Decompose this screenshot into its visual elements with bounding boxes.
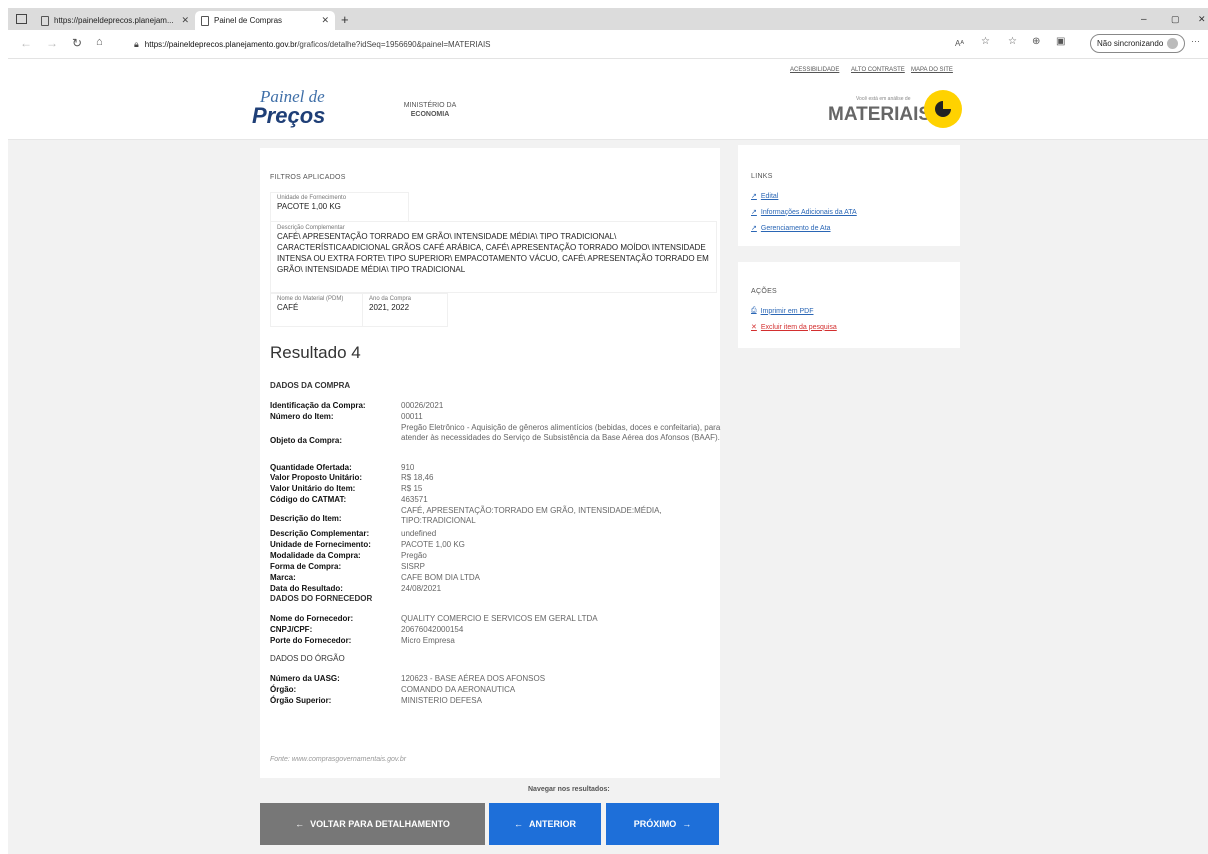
- tab-title: Painel de Compras: [214, 16, 283, 25]
- context-title: MATERIAIS: [828, 104, 932, 125]
- back-icon[interactable]: ←: [20, 36, 32, 50]
- sync-label: Não sincronizando: [1097, 39, 1164, 48]
- extensions-icon[interactable]: ▣: [1056, 36, 1065, 47]
- url-host: https://paineldeprecos.planejamento.gov.…: [144, 39, 298, 49]
- filter-unit: Unidade de Fornecimento PACOTE 1,00 KG: [270, 192, 409, 222]
- context-caption: Você está em análise de: [856, 96, 911, 102]
- links-panel: LINKS ↗ Edital ↗ Informações Adicionais da…: [738, 145, 960, 246]
- restore-icon[interactable]: ▢: [1171, 8, 1180, 30]
- arrow-left-icon: ←: [514, 819, 523, 829]
- close-window-icon[interactable]: ✕: [1198, 8, 1206, 30]
- tab-painel-de-compras[interactable]: Painel de Compras ✕: [195, 11, 335, 30]
- url-path: /graficos/detalhe?idSeq=1956690&painel=M…: [297, 39, 491, 49]
- printer-icon: ⎙: [751, 307, 757, 314]
- tab-actions-icon[interactable]: [16, 8, 27, 30]
- previous-button[interactable]: ← ANTERIOR: [489, 803, 601, 845]
- minimize-icon[interactable]: –: [1141, 8, 1147, 30]
- accessibility-link[interactable]: ACESSIBILIDADE: [790, 67, 839, 73]
- url-field[interactable]: 🔒︎ https://paineldeprecos.planejamento.g…: [134, 36, 491, 52]
- section-supplier: DADOS DO FORNECEDOR: [270, 594, 373, 603]
- more-menu-icon[interactable]: ···: [1191, 36, 1200, 46]
- tab-title: https://paineldeprecos.planejam...: [54, 16, 174, 25]
- links-title: LINKS: [751, 173, 773, 180]
- arrow-left-icon: ←: [295, 819, 305, 829]
- filters-title: FILTROS APLICADOS: [270, 174, 346, 181]
- forward-icon[interactable]: →: [46, 36, 58, 50]
- favorites-icon[interactable]: ☆: [1008, 36, 1017, 47]
- link-ata-info[interactable]: ↗ Informações Adicionais da ATA: [751, 208, 857, 217]
- ministry-label: MINISTÉRIO DA ECONOMIA: [403, 102, 457, 118]
- page-icon: [201, 15, 209, 26]
- link-edital[interactable]: ↗ Edital: [751, 192, 778, 201]
- exclude-item-link[interactable]: ✕ Excluir item da pesquisa: [751, 323, 837, 332]
- profile-sync-button[interactable]: Não sincronizando: [1090, 34, 1186, 53]
- pie-chart-icon: [924, 90, 962, 128]
- tab-paineldeprecos[interactable]: https://paineldeprecos.planejam... ✕: [35, 11, 195, 30]
- refresh-icon[interactable]: ↻: [72, 36, 82, 50]
- filter-material: Nome do Material (PDM) CAFÉ: [270, 293, 364, 327]
- lock-icon: 🔒︎: [134, 38, 139, 49]
- new-tab-button[interactable]: +: [341, 8, 349, 30]
- close-tab-icon[interactable]: ✕: [321, 15, 329, 26]
- browser-window: https://paineldeprecos.planejam... ✕ Pai…: [8, 8, 1208, 854]
- read-aloud-icon[interactable]: Aᴬ: [955, 39, 964, 48]
- actions-panel: AÇÕES ⎙ Imprimir em PDF ✕ Excluir item da …: [738, 262, 960, 348]
- section-purchase: DADOS DA COMPRA: [270, 381, 351, 390]
- link-ata-management[interactable]: ↗ Gerenciamento de Ata: [751, 224, 831, 233]
- external-link-icon: ↗: [751, 193, 757, 200]
- logo-line2[interactable]: Preços: [252, 103, 325, 129]
- filter-description: Descrição Complementar CAFÉ\ APRESENTAÇÃ…: [270, 221, 717, 293]
- collections-icon[interactable]: ⊕: [1032, 36, 1040, 47]
- tab-bar: https://paineldeprecos.planejam... ✕ Pai…: [8, 8, 1208, 30]
- section-agency: DADOS DO ÓRGÃO: [270, 654, 345, 663]
- close-icon: ✕: [751, 324, 757, 331]
- next-button[interactable]: PRÓXIMO →: [606, 803, 719, 845]
- favorite-add-icon[interactable]: ☆: [981, 36, 990, 47]
- avatar: [1167, 38, 1179, 49]
- sitemap-link[interactable]: MAPA DO SITE: [911, 67, 953, 73]
- result-title: Resultado 4: [270, 343, 361, 362]
- close-tab-icon[interactable]: ✕: [181, 15, 189, 26]
- home-icon[interactable]: ⌂: [96, 36, 103, 48]
- result-card: FILTROS APLICADOS Unidade de Forneciment…: [260, 148, 720, 778]
- external-link-icon: ↗: [751, 209, 757, 216]
- nav-label: Navegar nos resultados:: [528, 786, 610, 793]
- site-header: Painel de Preços MINISTÉRIO DA ECONOMIA …: [8, 59, 1208, 140]
- filter-year: Ano da Compra 2021, 2022: [362, 293, 448, 327]
- source-note: Fonte: www.comprasgovernamentais.gov.br: [270, 756, 407, 763]
- back-to-detail-button[interactable]: ← VOLTAR PARA DETALHAMENTO: [260, 803, 485, 845]
- high-contrast-link[interactable]: ALTO CONTRASTE: [851, 67, 905, 73]
- address-bar: ← → ↻ ⌂ 🔒︎ https://paineldeprecos.planej…: [8, 30, 1208, 59]
- external-link-icon: ↗: [751, 225, 757, 232]
- arrow-right-icon: →: [682, 819, 692, 829]
- actions-title: AÇÕES: [751, 288, 778, 295]
- page-icon: [41, 15, 49, 26]
- print-pdf-link[interactable]: ⎙ Imprimir em PDF: [751, 307, 814, 315]
